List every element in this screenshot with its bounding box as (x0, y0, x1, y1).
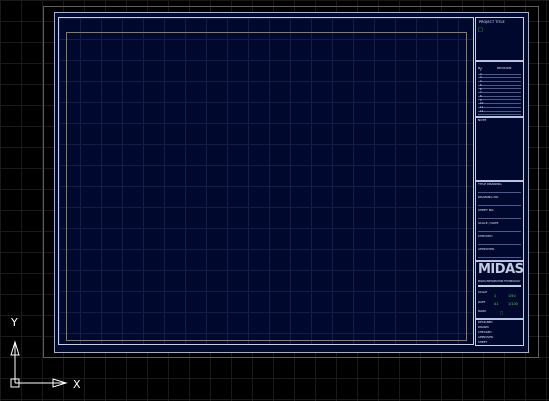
ucs-icon: Y X (10, 316, 81, 391)
revision-row-no: 10 (480, 102, 484, 106)
field-checked: CHECKED (478, 234, 521, 245)
field-drawing-no: DRAWING NO. (478, 195, 521, 206)
revision-row-no: 4 (480, 80, 482, 84)
mark-icon: □ (500, 311, 504, 315)
notes-label: NOTE (478, 118, 487, 122)
scale-value-2: 1/50 (508, 294, 516, 298)
scale-value-1: 1 (494, 294, 497, 298)
field-title-drawing: TITLE DRAWING (478, 182, 521, 193)
footer-line-1: DESIGNED (478, 320, 493, 324)
footer-line-4: APPROVED (478, 335, 494, 339)
ucs-x-label: X (73, 378, 81, 391)
footer-line-5: SHEET (478, 340, 488, 344)
midas-logo: MIDAS (478, 262, 524, 277)
viewport-border (66, 32, 467, 341)
logo-subtitle: MIDAS INFORMATION TECHNOLOGY (478, 280, 521, 283)
date-value-2: 1/100 (508, 302, 518, 306)
divider (476, 60, 523, 62)
revision-row-no: 1 (480, 69, 482, 72)
field-approved: APPROVED (478, 247, 521, 258)
logo-bar (478, 285, 521, 287)
field-sheet-no: SHEET NO. (478, 208, 521, 219)
date-value-1: A1 (494, 302, 499, 306)
revision-row-no: 11 (480, 106, 484, 109)
revision-row-no: 12 (480, 109, 484, 113)
ucs-y-label: Y (10, 316, 18, 329)
mark-label: MARK (478, 309, 487, 313)
revision-row-no: 7 (480, 91, 482, 95)
revision-row: 12 (478, 109, 521, 116)
date-label: DATE (478, 300, 486, 304)
scale-label: SCALE (478, 290, 487, 294)
status-mark-icon: □ (478, 27, 483, 33)
footer-line-2: DRAWN (478, 325, 489, 329)
revision-row-no: 5 (480, 83, 482, 87)
footer-line-3: CHECKED (478, 330, 492, 334)
project-title: PROJECT TITLE (479, 20, 505, 24)
revision-row-no: 3 (480, 76, 482, 80)
revision-row-no: 8 (480, 94, 482, 98)
title-block[interactable]: PROJECT TITLE □ No. REVISION 1 2 3 4 5 6 7 8 9 10… (475, 17, 524, 346)
field-scale-date: SCALE / DATE (478, 221, 521, 232)
